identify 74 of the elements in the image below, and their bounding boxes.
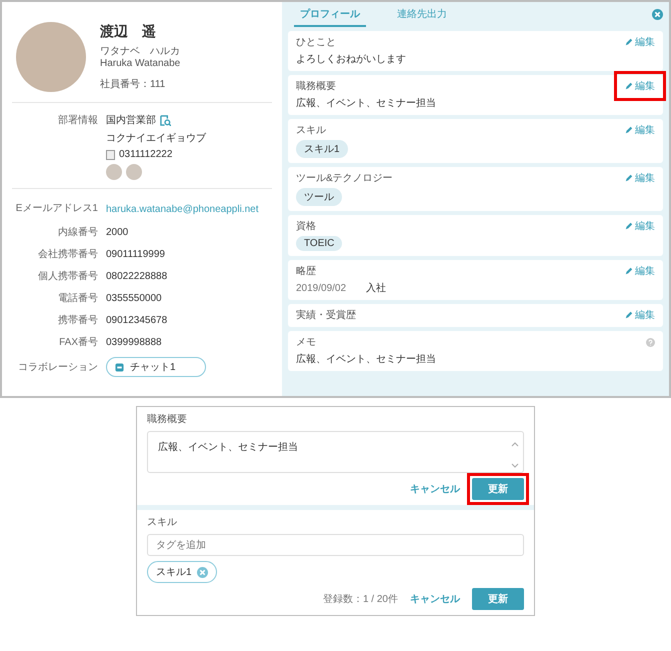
member-avatar[interactable] bbox=[126, 164, 142, 180]
department-name: 国内営業部 bbox=[106, 114, 156, 127]
section-text: よろしくおねがいします bbox=[296, 53, 407, 66]
field-label: 電話番号 bbox=[57, 292, 98, 305]
field-value: 0399998888 bbox=[106, 336, 163, 348]
field-value: 2000 bbox=[106, 226, 130, 238]
section-title: 略歴 bbox=[296, 265, 316, 278]
chat-chip[interactable]: チャット1 bbox=[106, 357, 206, 377]
pencil-icon bbox=[625, 126, 633, 134]
field-label: 部署情報 bbox=[57, 114, 98, 128]
email-link[interactable]: haruka.watanabe@phoneappli.net bbox=[106, 204, 258, 215]
tag: スキル1 bbox=[296, 140, 348, 158]
field-value: 09011119999 bbox=[106, 248, 166, 260]
edit-link[interactable]: 編集 bbox=[625, 171, 655, 185]
section-title: 職務概要 bbox=[296, 80, 336, 93]
section-title: 資格 bbox=[296, 220, 316, 233]
section-title: ツール&テクノロジー bbox=[296, 172, 393, 185]
edit-link[interactable]: 編集 bbox=[625, 219, 655, 233]
text-area[interactable]: 広報、イベント、セミナー担当 bbox=[147, 431, 524, 473]
field-value: 08022228888 bbox=[106, 270, 168, 282]
section-title: 実績・受賞歴 bbox=[296, 308, 356, 322]
edit-link[interactable]: 編集 bbox=[625, 308, 655, 322]
field-value: 0355550000 bbox=[106, 292, 163, 304]
member-avatar[interactable] bbox=[106, 164, 122, 180]
field-label: 携帯番号 bbox=[57, 314, 98, 327]
field-label: Eメールアドレス1 bbox=[14, 202, 98, 215]
employee-number: 社員番号：111 bbox=[100, 78, 166, 91]
section-title: 職務概要 bbox=[147, 412, 188, 426]
pencil-icon bbox=[625, 38, 633, 46]
search-icon[interactable] bbox=[160, 114, 171, 126]
scroll-arrows-icon[interactable] bbox=[511, 440, 519, 470]
tag: ツール bbox=[296, 188, 342, 206]
history-event: 入社 bbox=[366, 282, 386, 295]
name-romaji: Haruka Watanabe bbox=[100, 58, 180, 70]
edit-link[interactable]: 編集 bbox=[625, 123, 655, 137]
field-label: 会社携帯番号 bbox=[37, 248, 98, 261]
edit-link[interactable]: 編集 bbox=[625, 79, 655, 93]
edit-link[interactable]: 編集 bbox=[625, 264, 655, 278]
person-name: 渡辺 遥 bbox=[100, 23, 157, 41]
name-kana: ワタナベ ハルカ bbox=[100, 46, 180, 58]
section-title: スキル bbox=[296, 124, 326, 137]
field-label: コラボレーション bbox=[17, 361, 98, 374]
edit-link[interactable]: 編集 bbox=[625, 35, 655, 49]
department-kana: コクナイエイギョウブ bbox=[106, 132, 207, 145]
count-text: 登録数：1 / 20件 bbox=[322, 593, 398, 606]
section-text: 広報、イベント、セミナー担当 bbox=[296, 96, 437, 110]
cancel-link[interactable]: キャンセル bbox=[410, 592, 460, 606]
help-icon[interactable] bbox=[646, 338, 655, 346]
history-date: 2019/09/02 bbox=[296, 282, 346, 294]
close-icon[interactable] bbox=[652, 9, 663, 20]
remove-icon[interactable] bbox=[196, 566, 208, 578]
update-button[interactable]: 更新 bbox=[472, 588, 524, 610]
pencil-icon bbox=[625, 267, 633, 275]
field-value: 09012345678 bbox=[106, 314, 168, 326]
field-label: 個人携帯番号 bbox=[37, 270, 98, 283]
pencil-icon bbox=[625, 311, 633, 319]
field-label: 内線番号 bbox=[57, 226, 98, 239]
section-title: スキル bbox=[147, 516, 178, 529]
tag: TOEIC bbox=[296, 236, 342, 251]
pencil-icon bbox=[625, 174, 633, 182]
field-label: FAX番号 bbox=[58, 336, 98, 349]
pencil-icon bbox=[625, 82, 633, 90]
tag-chip: スキル1 bbox=[147, 561, 217, 583]
update-button[interactable]: 更新 bbox=[472, 478, 524, 500]
chat-icon bbox=[115, 362, 124, 372]
section-title: ひとこと bbox=[296, 36, 336, 49]
tab[interactable]: 連絡先出力 bbox=[386, 2, 458, 27]
department-phone: 0311112222 bbox=[119, 149, 172, 160]
cancel-link[interactable]: キャンセル bbox=[410, 482, 460, 496]
pencil-icon bbox=[625, 222, 633, 230]
tab[interactable]: プロフィール bbox=[294, 2, 366, 27]
section-title: メモ bbox=[296, 336, 316, 349]
section-text: 広報、イベント、セミナー担当 bbox=[296, 352, 437, 366]
tag-input-field[interactable]: タグを追加 bbox=[147, 534, 524, 556]
